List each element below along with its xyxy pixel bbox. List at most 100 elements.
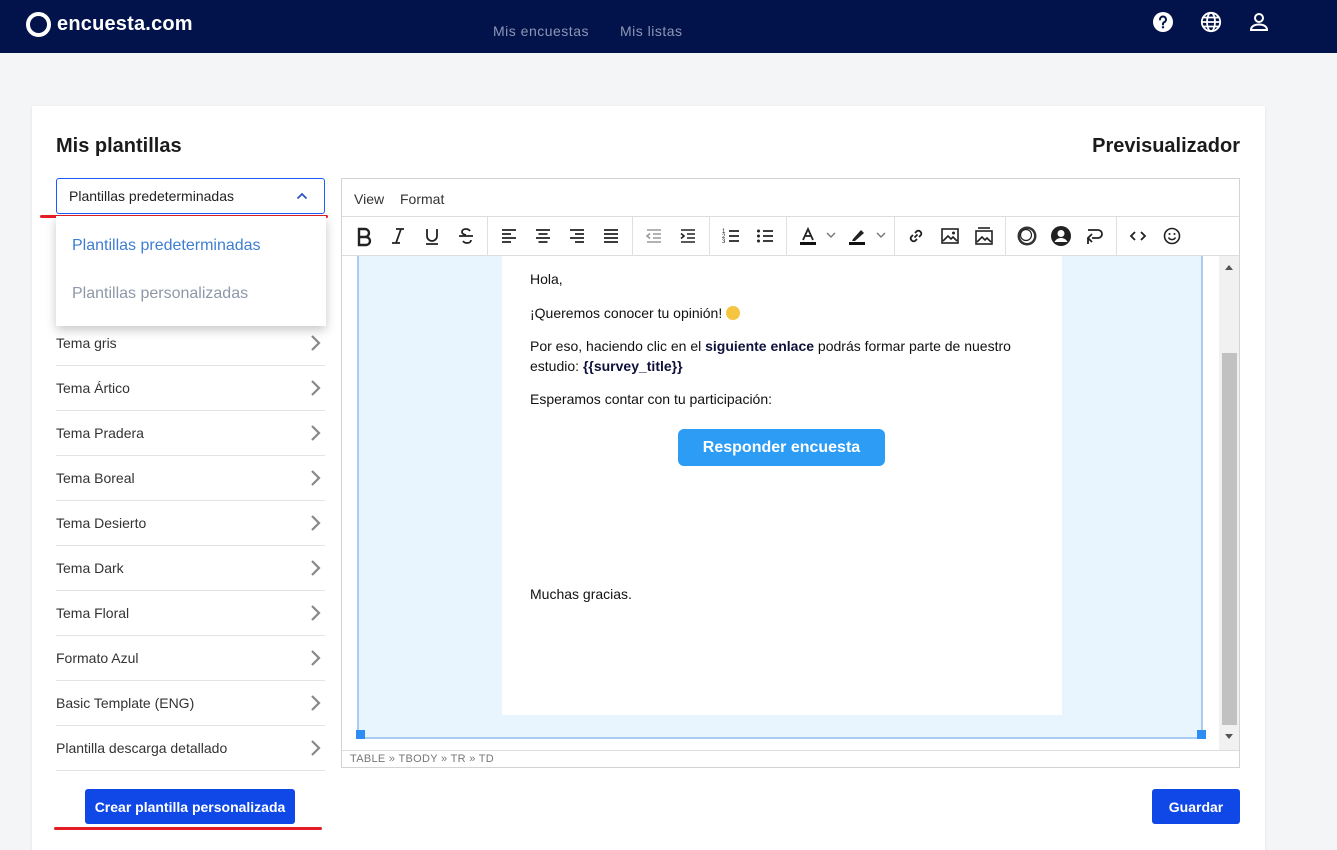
template-label: Tema gris <box>56 335 117 351</box>
rich-text-editor: View Format 123 Hola, ¡Queremos conocer … <box>341 178 1240 768</box>
nav-mis-encuestas[interactable]: Mis encuestas <box>493 23 589 39</box>
toolbar-separator <box>709 217 710 256</box>
strikethrough-icon[interactable] <box>455 225 477 247</box>
text-color-icon[interactable] <box>797 225 819 247</box>
image-icon[interactable] <box>939 225 961 247</box>
emoji-icon[interactable] <box>1161 225 1183 247</box>
user-icon[interactable] <box>1248 11 1270 33</box>
email-line-2-pre: Por eso, haciendo clic en el <box>530 338 706 354</box>
email-link-text: siguiente enlace <box>705 338 815 354</box>
email-closing: Muchas gracias. <box>530 586 632 602</box>
highlight-color-icon[interactable] <box>846 225 868 247</box>
resize-handle-bottom-left[interactable] <box>356 730 365 739</box>
underline-icon[interactable] <box>421 225 443 247</box>
create-custom-template-button[interactable]: Crear plantilla personalizada <box>85 789 295 824</box>
option-default-templates[interactable]: Plantillas predeterminadas <box>72 237 261 255</box>
page-title: Mis plantillas <box>56 135 182 157</box>
scroll-down-icon[interactable] <box>1224 733 1234 741</box>
template-label: Tema Boreal <box>56 470 135 486</box>
template-item[interactable]: Tema gris <box>56 321 325 366</box>
chevron-up-icon <box>296 192 308 200</box>
numbered-list-icon[interactable]: 123 <box>720 225 742 247</box>
globe-icon[interactable] <box>1200 11 1222 33</box>
toolbar-separator <box>1005 217 1006 256</box>
help-icon[interactable] <box>1152 11 1174 33</box>
logo[interactable]: encuesta.com <box>26 12 193 37</box>
toolbar-separator <box>894 217 895 256</box>
svg-text:3: 3 <box>722 239 726 245</box>
chevron-right-icon <box>311 695 321 711</box>
save-button[interactable]: Guardar <box>1152 789 1240 824</box>
template-item[interactable]: Formato Azul <box>56 636 325 681</box>
option-custom-templates[interactable]: Plantillas personalizadas <box>72 285 248 303</box>
template-item[interactable]: Tema Floral <box>56 591 325 636</box>
email-body: Hola, ¡Queremos conocer tu opinión! Por … <box>502 256 1062 715</box>
templates-card: Mis plantillas Previsualizador Plantilla… <box>32 106 1265 850</box>
align-right-icon[interactable] <box>566 225 588 247</box>
link-icon[interactable] <box>905 225 927 247</box>
chevron-right-icon <box>311 740 321 756</box>
respond-survey-button[interactable]: Responder encuesta <box>678 429 885 466</box>
indent-icon[interactable] <box>677 225 699 247</box>
template-label: Tema Ártico <box>56 380 130 396</box>
logo-ring-icon <box>26 12 51 37</box>
chevron-right-icon <box>311 335 321 351</box>
template-type-dropdown <box>56 216 326 326</box>
chevron-right-icon <box>311 515 321 531</box>
chevron-right-icon <box>311 560 321 576</box>
insert-variable-icon[interactable] <box>1084 225 1106 247</box>
template-type-select-value: Plantillas predeterminadas <box>69 188 234 204</box>
brand-ring-icon[interactable] <box>1016 225 1038 247</box>
chevron-right-icon <box>311 380 321 396</box>
editor-content[interactable]: Hola, ¡Queremos conocer tu opinión! Por … <box>342 256 1239 750</box>
template-label: Tema Pradera <box>56 425 144 441</box>
template-item[interactable]: Tema Desierto <box>56 501 325 546</box>
template-item[interactable]: Tema Boreal <box>56 456 325 501</box>
gallery-icon[interactable] <box>973 225 995 247</box>
toolbar-separator <box>487 217 488 256</box>
menu-view[interactable]: View <box>354 191 384 207</box>
contact-icon[interactable] <box>1050 225 1072 247</box>
template-item[interactable]: Tema Pradera <box>56 411 325 456</box>
editor-scrollbar[interactable] <box>1219 256 1239 750</box>
menu-format[interactable]: Format <box>400 191 444 207</box>
source-code-icon[interactable] <box>1127 225 1149 247</box>
template-label: Formato Azul <box>56 650 139 666</box>
scroll-up-icon[interactable] <box>1224 263 1234 271</box>
align-left-icon[interactable] <box>498 225 520 247</box>
chevron-right-icon <box>311 425 321 441</box>
bullet-list-icon[interactable] <box>754 225 776 247</box>
toolbar-separator <box>786 217 787 256</box>
template-label: Tema Desierto <box>56 515 147 531</box>
template-item[interactable]: Tema Dark <box>56 546 325 591</box>
email-line-3: Esperamos contar con tu participación: <box>530 391 773 407</box>
align-justify-icon[interactable] <box>600 225 622 247</box>
align-center-icon[interactable] <box>532 225 554 247</box>
smile-emoji-icon <box>726 306 741 320</box>
template-item[interactable]: Tema Ártico <box>56 366 325 411</box>
template-type-select[interactable]: Plantillas predeterminadas <box>56 178 325 214</box>
bold-icon[interactable] <box>353 225 375 247</box>
chevron-down-icon[interactable] <box>826 231 836 239</box>
outdent-icon[interactable] <box>643 225 665 247</box>
italic-icon[interactable] <box>387 225 409 247</box>
template-label: Plantilla descarga detallado <box>56 740 228 756</box>
chevron-right-icon <box>311 650 321 666</box>
resize-handle-bottom-right[interactable] <box>1197 730 1206 739</box>
survey-title-variable: {{survey_title}} <box>582 358 683 374</box>
toolbar-separator <box>1116 217 1117 256</box>
chevron-right-icon <box>311 605 321 621</box>
editor-menubar: View Format <box>342 179 1239 217</box>
scrollbar-thumb[interactable] <box>1222 353 1237 725</box>
email-canvas: Hola, ¡Queremos conocer tu opinión! Por … <box>356 256 1206 739</box>
template-label: Tema Dark <box>56 560 124 576</box>
chevron-down-icon[interactable] <box>876 231 886 239</box>
template-item[interactable]: Plantilla descarga detallado <box>56 726 325 771</box>
element-path: TABLE » TBODY » TR » TD <box>342 750 1239 768</box>
template-label: Basic Template (ENG) <box>56 695 195 711</box>
highlight-underline-create <box>54 827 322 830</box>
top-navbar: encuesta.com Mis encuestas Mis listas <box>0 0 1337 53</box>
template-item[interactable]: Basic Template (ENG) <box>56 681 325 726</box>
nav-mis-listas[interactable]: Mis listas <box>620 23 683 39</box>
email-line-1-text: ¡Queremos conocer tu opinión! <box>530 305 723 321</box>
